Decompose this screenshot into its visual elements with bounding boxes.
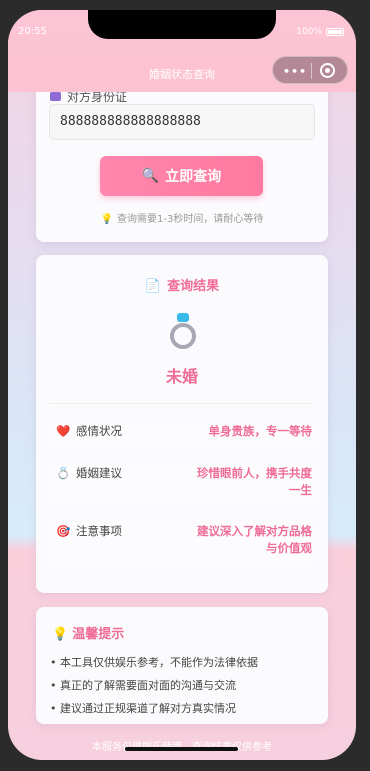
result-title: 📄 查询结果 bbox=[36, 275, 328, 294]
result-row-notes: 🎯 注意事项 建议深入了解对方品格与价值观 bbox=[50, 523, 314, 563]
query-hint-text: 查询需要1-3秒时间，请耐心等待 bbox=[117, 214, 264, 225]
tip-item: • 本工具仅供娱乐参考，不能作为法律依据 bbox=[50, 656, 258, 669]
battery-percent: 100% bbox=[296, 27, 322, 37]
tip-item: • 建议通过正规渠道了解对方真实情况 bbox=[50, 702, 236, 715]
query-button[interactable]: 🔍 立即查询 bbox=[100, 156, 263, 196]
close-mini-program-icon[interactable] bbox=[320, 63, 335, 78]
ring-gem bbox=[177, 313, 189, 322]
result-row-emotion: ❤️ 感情状况 单身贵族，专一等待 bbox=[50, 423, 314, 449]
tips-list: • 本工具仅供娱乐参考，不能作为法律依据 • 真正的了解需要面对面的沟通与交流 … bbox=[50, 651, 258, 720]
ring-icon bbox=[168, 313, 198, 351]
result-row-advice: 💍 婚姻建议 珍惜眼前人，携手共度一生 bbox=[50, 465, 314, 505]
result-title-text: 查询结果 bbox=[167, 279, 220, 294]
bulb-icon: 💡 bbox=[100, 214, 114, 225]
id-number-input[interactable]: 888888888888888888 bbox=[49, 104, 315, 140]
row-label-text: 婚姻建议 bbox=[76, 466, 122, 480]
id-card-icon bbox=[50, 92, 61, 101]
row-label: 🎯 注意事项 bbox=[56, 523, 122, 539]
tips-card: 💡 温馨提示 • 本工具仅供娱乐参考，不能作为法律依据 • 真正的了解需要面对面的… bbox=[36, 607, 328, 724]
target-icon: 🎯 bbox=[56, 524, 71, 538]
result-card: 📄 查询结果 未婚 ❤️ 感情状况 单身贵族，专一等待 💍 婚姻建议 珍惜眼前人，携手… bbox=[36, 255, 328, 593]
ring-band bbox=[170, 323, 196, 349]
query-form-card: 对方身份证 888888888888888888 🔍 立即查询 💡 查询需要1-3… bbox=[36, 80, 328, 242]
battery-icon bbox=[326, 28, 344, 36]
menu-capsule[interactable]: ••• bbox=[272, 56, 348, 84]
marital-status: 未婚 bbox=[165, 367, 198, 386]
row-label-text: 感情状况 bbox=[76, 424, 122, 438]
query-button-label: 立即查询 bbox=[165, 169, 222, 185]
tip-item: • 真正的了解需要面对面的沟通与交流 bbox=[50, 679, 236, 692]
tip-text: 建议通过正规渠道了解对方真实情况 bbox=[60, 702, 236, 715]
row-label: ❤️ 感情状况 bbox=[56, 423, 122, 439]
id-field-label-text: 对方身份证 bbox=[67, 90, 128, 104]
more-icon[interactable]: ••• bbox=[283, 65, 307, 78]
tips-title: 💡 温馨提示 bbox=[52, 623, 124, 642]
row-label: 💍 婚姻建议 bbox=[56, 465, 122, 481]
row-value: 珍惜眼前人，携手共度一生 bbox=[197, 466, 312, 497]
divider bbox=[50, 403, 314, 404]
row-value: 单身贵族，专一等待 bbox=[208, 424, 313, 438]
query-hint: 💡 查询需要1-3秒时间，请耐心等待 bbox=[36, 210, 328, 225]
bulb-icon: 💡 bbox=[52, 627, 69, 642]
row-label-text: 注意事项 bbox=[76, 524, 122, 538]
tips-title-text: 温馨提示 bbox=[72, 627, 125, 642]
home-indicator[interactable] bbox=[125, 747, 238, 751]
status-time: 20:55 bbox=[18, 26, 47, 37]
search-icon: 🔍 bbox=[141, 168, 160, 184]
ring-icon: 💍 bbox=[56, 466, 71, 480]
notch bbox=[88, 10, 276, 39]
tip-text: 真正的了解需要面对面的沟通与交流 bbox=[60, 679, 236, 692]
capsule-divider bbox=[311, 63, 312, 79]
phone-screen: 婚姻状态查询 ••• 20:55 100% 对方身份证 888888888888… bbox=[8, 10, 356, 760]
tip-text: 本工具仅供娱乐参考，不能作为法律依据 bbox=[60, 656, 258, 669]
row-value: 建议深入了解对方品格与价值观 bbox=[197, 524, 312, 555]
document-icon: 📄 bbox=[144, 279, 162, 294]
heart-icon: ❤️ bbox=[56, 424, 71, 438]
